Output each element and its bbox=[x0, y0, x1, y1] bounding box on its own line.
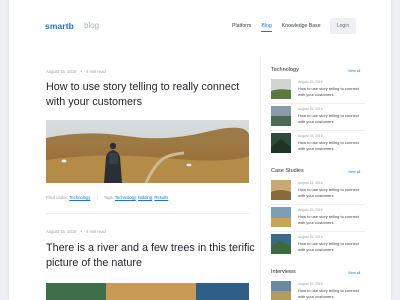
sidebar-section-title: Interviews bbox=[271, 269, 296, 275]
article-thumbnail bbox=[271, 207, 291, 227]
post-image-hiker[interactable] bbox=[46, 120, 249, 183]
article-thumbnail bbox=[271, 281, 291, 300]
article-thumbnail bbox=[271, 180, 291, 200]
article-title: How to use story telling to connect with… bbox=[298, 86, 359, 97]
view-all-link[interactable]: View all bbox=[348, 170, 360, 174]
sidebar-article[interactable]: August 15, 2016 How to use story telling… bbox=[271, 180, 379, 202]
article-title: How to use story telling to connect with… bbox=[298, 214, 359, 225]
sidebar-section-title: Technology bbox=[271, 67, 299, 73]
post-read-time: 4 min read bbox=[85, 69, 106, 74]
nav-item-knowledge-base[interactable]: Knowledge Base bbox=[282, 23, 321, 29]
article-date: August 15, 2016 bbox=[298, 208, 323, 212]
article-title: How to use story telling to connect with… bbox=[298, 113, 359, 124]
article-date: August 15, 2016 bbox=[298, 282, 323, 286]
article-title: How to use story telling to connect with… bbox=[298, 140, 359, 151]
logo[interactable]: smartb bbox=[45, 21, 74, 31]
sidebar-article[interactable]: August 15, 2016 How to use story telling… bbox=[271, 106, 379, 128]
login-button[interactable]: Login bbox=[330, 18, 356, 34]
filed-label: Filed under: bbox=[46, 195, 69, 200]
blog-page: smartb blog Platform Blog Knowledge Base… bbox=[9, 0, 391, 300]
post-meta: August 15, 2016 • 4 min read bbox=[46, 229, 106, 234]
sidebar-divider bbox=[271, 130, 365, 131]
post-divider bbox=[46, 213, 249, 214]
post-date: August 15, 2016 bbox=[46, 69, 77, 74]
sidebar-article[interactable]: August 15, 2016 How to use story telling… bbox=[271, 207, 379, 229]
article-thumbnail bbox=[271, 79, 291, 99]
article-date: August 15, 2016 bbox=[298, 235, 323, 239]
article-date: August 15, 2016 bbox=[298, 181, 323, 185]
post-read-time: 4 min read bbox=[85, 229, 106, 234]
tag-link[interactable]: Technology bbox=[115, 195, 136, 200]
logo-subtitle: blog bbox=[84, 21, 100, 30]
view-all-link[interactable]: View all bbox=[348, 271, 360, 275]
sidebar-article[interactable]: August 15, 2016 How to use story telling… bbox=[271, 79, 379, 101]
view-all-link[interactable]: View all bbox=[348, 69, 360, 73]
sidebar: Technology View all August 15, 2016 How … bbox=[260, 56, 391, 300]
article-thumbnail bbox=[271, 234, 291, 254]
post-meta: August 15, 2016 • 4 min read bbox=[46, 69, 106, 74]
post-footer: Filed under: Technology | Tags: Technolo… bbox=[46, 195, 169, 200]
sidebar-article[interactable]: August 15, 2016 How to use story telling… bbox=[271, 133, 379, 155]
tag-link[interactable]: Results bbox=[154, 195, 168, 200]
sidebar-article[interactable]: August 15, 2016 How to use story telling… bbox=[271, 281, 379, 300]
article-thumbnail bbox=[271, 106, 291, 126]
article-title: How to use story telling to connect with… bbox=[298, 288, 359, 299]
post-title[interactable]: There is a river and a few trees in this… bbox=[46, 241, 256, 271]
article-thumbnail bbox=[271, 133, 291, 153]
main-nav: Platform Blog Knowledge Base bbox=[232, 23, 331, 32]
sidebar-divider bbox=[271, 231, 365, 232]
nav-item-platform[interactable]: Platform bbox=[232, 23, 251, 29]
filed-category-link[interactable]: Technology bbox=[69, 195, 90, 200]
nav-item-blog[interactable]: Blog bbox=[261, 23, 273, 32]
article-date: August 15, 2016 bbox=[298, 80, 323, 84]
post-image-river[interactable] bbox=[46, 283, 249, 300]
article-date: August 15, 2016 bbox=[298, 134, 323, 138]
post-title[interactable]: How to use story telling to really conne… bbox=[46, 80, 256, 110]
tag-link[interactable]: Bidding bbox=[138, 195, 152, 200]
tags-label: Tags: bbox=[103, 195, 114, 200]
sidebar-section-title: Case Studies bbox=[271, 168, 304, 174]
sidebar-divider bbox=[271, 103, 365, 104]
article-date: August 15, 2016 bbox=[298, 107, 323, 111]
post-date: August 15, 2016 bbox=[46, 229, 77, 234]
sidebar-article[interactable]: August 15, 2016 How to use story telling… bbox=[271, 234, 379, 256]
article-title: How to use story telling to connect with… bbox=[298, 187, 359, 198]
article-title: How to use story telling to connect with… bbox=[298, 241, 359, 252]
header: smartb blog Platform Blog Knowledge Base… bbox=[9, 0, 391, 56]
sidebar-divider bbox=[271, 204, 365, 205]
